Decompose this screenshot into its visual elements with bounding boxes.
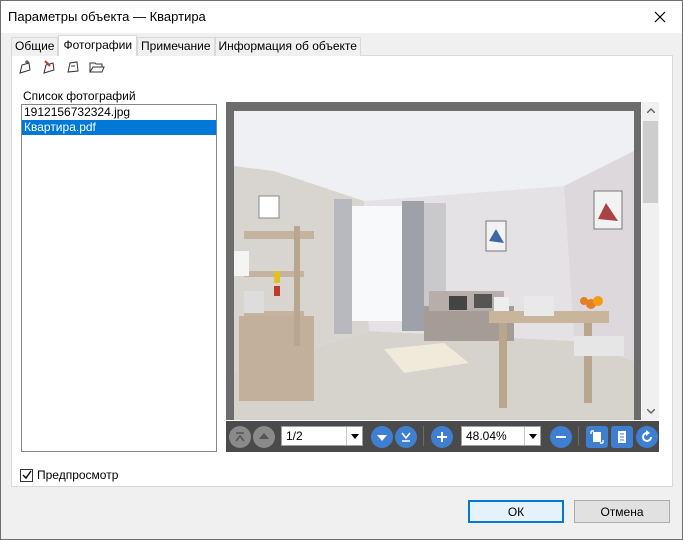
preview-option[interactable]: Предпросмотр <box>20 468 118 482</box>
page-value: 1/2 <box>286 429 303 443</box>
next-page-button[interactable] <box>371 425 393 448</box>
title-bar: Параметры объекта — Квартира <box>1 1 682 33</box>
room-photo <box>234 111 634 420</box>
viewer-scrollbar[interactable] <box>642 102 659 420</box>
arrow-down-icon <box>377 434 387 441</box>
tab-notes[interactable]: Примечание <box>137 37 215 56</box>
zoom-value: 48.04% <box>466 429 507 443</box>
last-page-button[interactable] <box>395 425 417 448</box>
rotate-icon <box>642 429 652 442</box>
checkmark-icon <box>22 470 32 480</box>
minus-icon <box>556 435 566 438</box>
first-page-button[interactable] <box>229 425 251 448</box>
photo-list[interactable]: 1912156732324.jpg Квартира.pdf <box>21 104 217 452</box>
chevron-up-icon <box>646 108 655 113</box>
zoom-select[interactable]: 48.04% <box>461 426 541 446</box>
toolbar-separator <box>423 426 424 446</box>
add-photo-button[interactable] <box>15 58 35 76</box>
tab-strip: Общие Фотографии Примечание Информация о… <box>11 35 361 56</box>
last-page-icon <box>401 432 411 442</box>
tab-photos[interactable]: Фотографии <box>58 35 138 56</box>
open-folder-button[interactable] <box>87 58 107 76</box>
scroll-thumb[interactable] <box>643 121 658 203</box>
close-button[interactable] <box>648 5 672 29</box>
tab-object-info[interactable]: Информация об объекте <box>214 37 361 56</box>
chevron-down-icon <box>646 409 655 414</box>
cancel-button[interactable]: Отмена <box>574 500 670 523</box>
page-select[interactable]: 1/2 <box>281 426 363 446</box>
edit-photo-button[interactable] <box>39 58 59 76</box>
pdf-toolbar: 1/2 48.04% <box>226 421 659 452</box>
zoom-out-button[interactable] <box>550 425 572 448</box>
room-photo-image <box>234 111 634 420</box>
open-folder-icon <box>89 62 105 73</box>
plus-icon <box>437 431 447 442</box>
rotate-button[interactable] <box>636 425 658 448</box>
fit-width-icon <box>618 430 626 443</box>
zoom-in-button[interactable] <box>431 425 453 448</box>
list-item[interactable]: 1912156732324.jpg <box>22 105 216 120</box>
remove-photo-button[interactable] <box>63 58 83 76</box>
arrow-up-icon <box>259 432 269 439</box>
close-icon <box>654 11 666 23</box>
preview-label: Предпросмотр <box>37 468 119 482</box>
prev-page-button[interactable] <box>253 425 275 448</box>
fit-page-button[interactable] <box>586 425 608 448</box>
remove-photo-icon <box>67 61 79 73</box>
preview-checkbox[interactable] <box>20 468 33 482</box>
zoom-dropdown[interactable] <box>524 427 540 445</box>
tab-general[interactable]: Общие <box>11 37 59 56</box>
page-dropdown[interactable] <box>346 427 362 445</box>
toolbar-separator <box>578 426 579 446</box>
fit-width-button[interactable] <box>611 425 633 448</box>
fit-page-icon <box>590 429 604 444</box>
dialog-window: Параметры объекта — Квартира Общие Фотог… <box>0 0 683 540</box>
scroll-down-button[interactable] <box>642 403 659 420</box>
list-item[interactable]: Квартира.pdf <box>22 120 216 135</box>
first-page-icon <box>235 431 245 441</box>
scroll-up-button[interactable] <box>642 102 659 119</box>
ok-button[interactable]: ОК <box>468 500 564 523</box>
chevron-down-icon <box>350 433 359 439</box>
chevron-down-icon <box>528 433 537 439</box>
window-title: Параметры объекта — Квартира <box>8 9 206 24</box>
photo-toolbar <box>15 58 107 78</box>
add-photo-icon <box>19 60 31 74</box>
edit-photo-icon <box>43 60 55 74</box>
photo-list-label: Список фотографий <box>23 89 136 103</box>
